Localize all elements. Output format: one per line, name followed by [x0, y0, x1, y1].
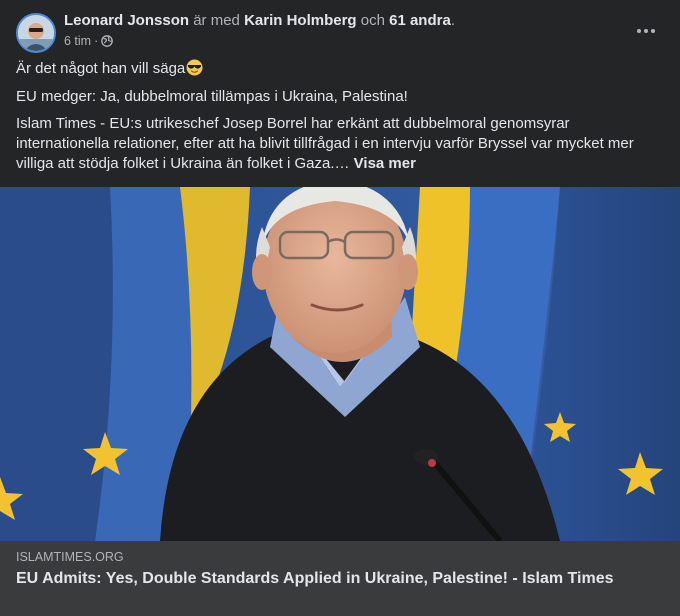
post-text-intro: Är det något han vill säga [16, 60, 186, 77]
photo-image [0, 187, 680, 541]
header-period: . [450, 12, 455, 29]
author-avatar[interactable] [16, 13, 56, 53]
facebook-post: Leonard Jonsson är med Karin Holmberg oc… [0, 0, 680, 616]
see-more-link[interactable]: Visa mer [354, 155, 416, 172]
tagged-others[interactable]: 61 andra [389, 12, 451, 29]
link-domain: ISLAMTIMES.ORG [16, 550, 124, 564]
post-header: Leonard Jonsson är med Karin Holmberg oc… [64, 11, 455, 31]
more-dots-icon [637, 29, 655, 33]
link-preview[interactable]: ISLAMTIMES.ORG EU Admits: Yes, Double St… [0, 541, 680, 616]
sunglasses-emoji [186, 59, 203, 76]
post-text-line1: Är det något han vill säga [16, 59, 666, 79]
and-text: och [360, 12, 385, 29]
avatar-image [18, 15, 54, 51]
more-options-button[interactable] [630, 18, 662, 44]
post-text-body: Islam Times - EU:s utrikeschef Josep Bor… [16, 115, 634, 172]
post-time[interactable]: 6 tim [64, 33, 91, 49]
globe-icon[interactable] [101, 35, 114, 47]
author-name[interactable]: Leonard Jonsson [64, 12, 189, 29]
post-text-line2: EU medger: Ja, dubbelmoral tillämpas i U… [16, 88, 408, 105]
post-text-line3: Islam Times - EU:s utrikeschef Josep Bor… [16, 114, 666, 174]
post-meta: 6 tim · [64, 33, 114, 49]
post-photo[interactable] [0, 187, 680, 541]
link-title[interactable]: EU Admits: Yes, Double Standards Applied… [16, 569, 616, 589]
tagged-person[interactable]: Karin Holmberg [244, 12, 357, 29]
meta-separator: · [94, 34, 99, 48]
with-text: är med [193, 12, 240, 29]
